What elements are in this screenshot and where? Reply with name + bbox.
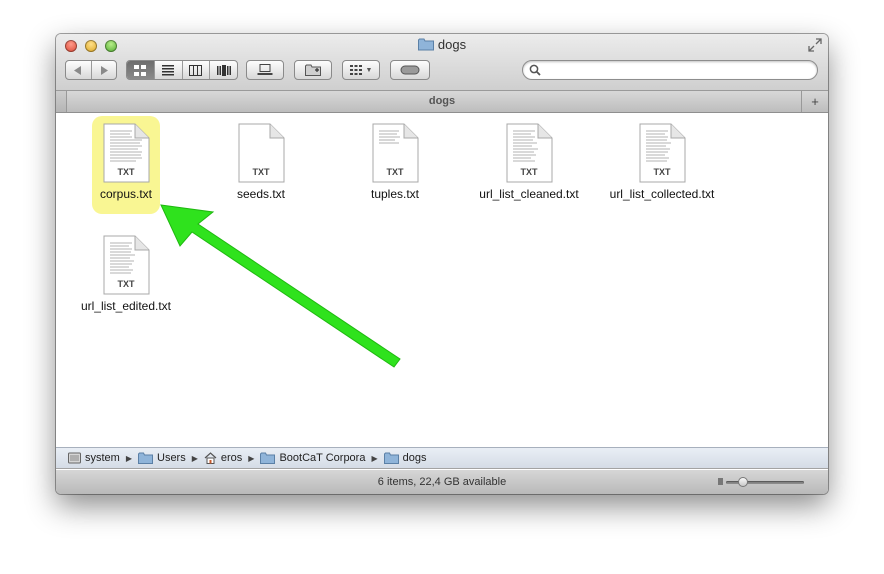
list-icon (162, 64, 175, 75)
toggle-tags-button[interactable] (390, 60, 430, 80)
path-label: dogs (402, 452, 427, 464)
status-text: 6 items, 22,4 GB available (377, 476, 507, 488)
folder-icon (260, 452, 276, 464)
arrange-button[interactable]: ▼ (342, 60, 380, 80)
pill-icon (400, 65, 420, 75)
path-label: Users (157, 452, 186, 464)
window-title: dogs (56, 37, 828, 54)
folder-icon (138, 452, 153, 464)
path-separator-icon: ▶ (125, 453, 132, 463)
path-label: BootCaT Corpora (279, 452, 366, 464)
title-bar: dogs ▼ (56, 34, 828, 91)
share-button[interactable] (246, 60, 284, 80)
column-view-button[interactable] (183, 61, 211, 79)
columns-icon (189, 64, 203, 76)
back-arrow-icon[interactable] (66, 61, 92, 79)
forward-arrow-icon[interactable] (92, 61, 117, 79)
coverflow-view-button[interactable] (210, 61, 237, 79)
status-bar: 6 items, 22,4 GB available (56, 470, 828, 494)
path-separator-icon: ▶ (191, 453, 198, 463)
computer-icon (257, 64, 273, 75)
search-input[interactable] (545, 63, 811, 79)
new-tab-button[interactable]: + (801, 91, 828, 112)
hard-drive-icon (68, 452, 81, 464)
small-size-icon (718, 478, 723, 485)
finder-window: dogs ▼ dogs + TXT corpus.txt TXT seeds.t… (56, 34, 828, 494)
path-item-eros[interactable]: eros (204, 452, 242, 464)
slider-knob[interactable] (738, 477, 748, 487)
path-bar: system ▶ Users ▶ eros ▶ BootCaT Corpora … (56, 447, 828, 469)
arrange-grid-icon (349, 65, 362, 75)
tab-bar: dogs + (56, 91, 828, 113)
search-field[interactable] (522, 60, 818, 80)
fullscreen-icon[interactable] (808, 38, 822, 52)
path-item-bootcat-corpora[interactable]: BootCaT Corpora (260, 452, 365, 464)
path-item-users[interactable]: Users (138, 452, 186, 464)
window-title-text: dogs (437, 37, 467, 52)
coverflow-icon (216, 64, 231, 76)
path-item-dogs[interactable]: dogs (383, 452, 427, 464)
chevron-down-icon: ▼ (365, 66, 373, 74)
search-icon (529, 64, 541, 76)
icon-view-button[interactable] (127, 61, 155, 79)
file-area: TXT corpus.txt TXT seeds.txt TXT tuples.… (56, 113, 828, 447)
path-separator-icon: ▶ (371, 453, 378, 463)
folder-icon (383, 452, 399, 464)
path-label: system (85, 452, 120, 464)
path-item-system[interactable]: system (68, 452, 120, 464)
list-view-button[interactable] (155, 61, 183, 79)
home-icon (204, 452, 217, 464)
path-separator-icon: ▶ (248, 453, 255, 463)
green-arrow-annotation (160, 204, 401, 368)
new-folder-icon (305, 64, 321, 76)
icon-size-slider[interactable] (718, 477, 804, 487)
back-forward-control (65, 60, 117, 80)
view-mode-control (126, 60, 238, 80)
tab-dogs[interactable]: dogs (56, 95, 828, 107)
folder-icon (417, 38, 434, 54)
grid-icon (134, 64, 147, 76)
new-folder-button[interactable] (294, 60, 332, 80)
path-label: eros (220, 452, 243, 464)
